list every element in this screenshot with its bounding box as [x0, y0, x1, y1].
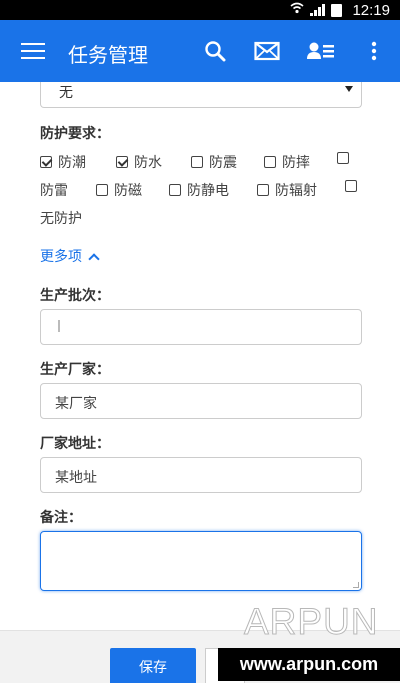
checkbox-protection-option[interactable]: 防辐射	[257, 180, 317, 200]
batch-input[interactable]	[40, 309, 362, 345]
checkbox-icon	[191, 156, 203, 168]
save-button[interactable]: 保存	[110, 648, 196, 683]
checkbox-checked-icon	[116, 156, 128, 168]
text-cursor	[58, 320, 60, 332]
page-title: 任务管理	[68, 43, 148, 67]
select-value: 无	[59, 85, 73, 101]
status-bar: 12:19	[0, 0, 400, 20]
batch-label: 生产批次：	[40, 288, 110, 304]
checkbox-protection-option-label[interactable]: 无防护	[40, 208, 82, 228]
checkbox-protection-option[interactable]: 防潮	[40, 152, 86, 172]
search-icon[interactable]	[202, 38, 228, 64]
resize-handle[interactable]	[353, 582, 359, 588]
more-options-label: 更多项	[40, 249, 82, 265]
address-input[interactable]: 某地址	[40, 457, 362, 493]
battery-icon	[331, 3, 343, 17]
status-time: 12:19	[352, 1, 390, 19]
checkbox-icon	[169, 184, 181, 196]
checkbox-protection-option[interactable]: 防摔	[264, 152, 310, 172]
more-vertical-icon[interactable]	[361, 38, 387, 64]
task-form: 无 防护要求： 防潮 防水 防震 防摔 防雷 防磁 防静电 防辐射 无防护 更多…	[0, 82, 400, 630]
checkbox-protection-option[interactable]: 防震	[191, 152, 237, 172]
checkbox-protection-option[interactable]: 防水	[116, 152, 162, 172]
manufacturer-label: 生产厂家：	[40, 362, 110, 378]
app-bar: 任务管理	[0, 20, 400, 82]
checkbox-icon	[337, 152, 349, 164]
menu-icon[interactable]	[21, 43, 45, 59]
checkbox-protection-option[interactable]: 防磁	[96, 180, 142, 200]
watermark-logo: ARPUN	[244, 601, 379, 643]
checkbox-icon	[96, 184, 108, 196]
checkbox-protection-option[interactable]	[337, 152, 355, 164]
protection-label: 防护要求：	[40, 126, 110, 142]
watermark-url: www.arpun.com	[218, 648, 400, 681]
checkbox-protection-option[interactable]: 防静电	[169, 180, 229, 200]
address-label: 厂家地址：	[40, 436, 110, 452]
select-field[interactable]: 无	[40, 82, 362, 108]
checkbox-protection-option-label[interactable]: 防雷	[40, 180, 68, 200]
caret-down-icon	[345, 86, 353, 92]
mail-icon[interactable]	[254, 38, 280, 64]
more-options-link[interactable]: 更多项	[40, 246, 100, 266]
checkbox-checked-icon	[40, 156, 52, 168]
checkbox-icon	[264, 156, 276, 168]
checkbox-icon	[345, 180, 357, 192]
signal-icon	[310, 4, 326, 16]
wifi-icon	[290, 2, 304, 18]
chevron-up-icon	[88, 252, 100, 265]
checkbox-icon	[257, 184, 269, 196]
checkbox-protection-option[interactable]	[345, 180, 363, 192]
status-icons: 12:19	[290, 0, 390, 20]
contacts-icon[interactable]	[306, 38, 336, 64]
manufacturer-input[interactable]: 某厂家	[40, 383, 362, 419]
remarks-textarea[interactable]	[40, 531, 362, 591]
remarks-label: 备注：	[40, 510, 82, 526]
